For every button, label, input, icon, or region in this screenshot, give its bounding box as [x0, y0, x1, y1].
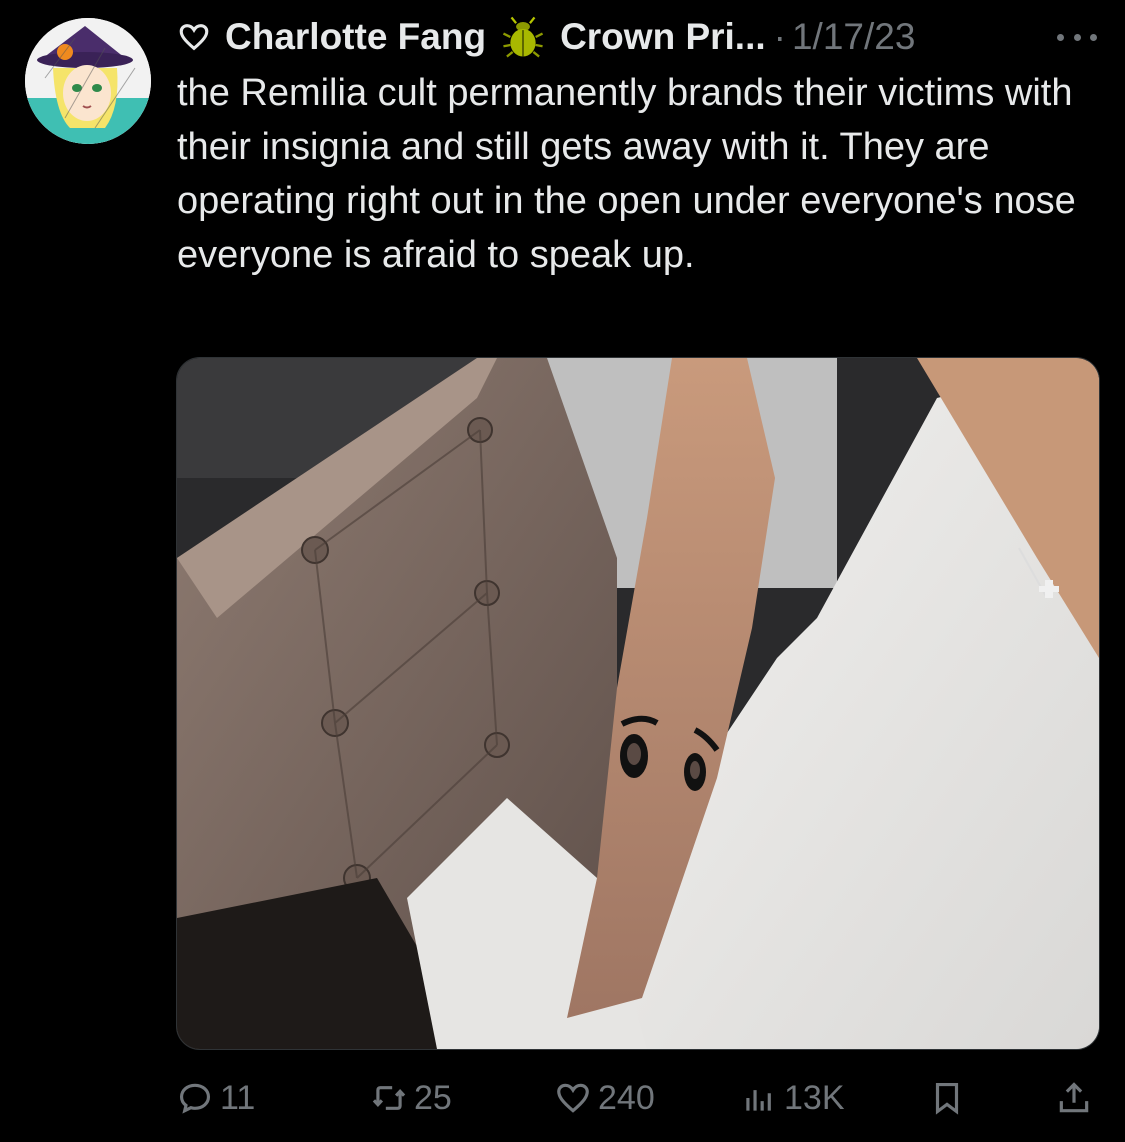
retweet-icon	[372, 1086, 406, 1110]
retweet-button[interactable]: 25	[370, 1070, 452, 1126]
views-button[interactable]: 13K	[740, 1070, 845, 1126]
avatar-image	[25, 18, 151, 144]
avatar[interactable]	[25, 18, 151, 144]
more-options-icon[interactable]	[1057, 22, 1097, 52]
separator-dot: ·	[773, 16, 786, 57]
analytics-icon	[746, 1090, 771, 1111]
tweet-photo[interactable]	[176, 357, 1100, 1050]
account-handle[interactable]: Crown Pri...	[560, 16, 766, 58]
share-button[interactable]	[1055, 1070, 1099, 1126]
like-button[interactable]: 240	[554, 1070, 655, 1126]
beetle-icon	[502, 16, 544, 58]
bookmark-icon	[935, 1082, 959, 1115]
reply-icon	[179, 1083, 211, 1114]
retweet-count: 25	[414, 1078, 452, 1117]
heart-icon	[557, 1083, 589, 1113]
display-name[interactable]: Charlotte Fang	[225, 16, 486, 58]
like-count: 240	[598, 1078, 655, 1117]
tweet-actions: 11 25 240 13K	[0, 1070, 1125, 1126]
bookmark-button[interactable]	[928, 1070, 972, 1126]
reply-count: 11	[220, 1078, 256, 1117]
heart-outline-icon	[179, 24, 209, 51]
reply-button[interactable]: 11	[176, 1070, 255, 1126]
view-count: 13K	[784, 1078, 845, 1117]
photo-arm-with-eyes-tattoo	[177, 358, 1099, 1049]
tweet-text: the Remilia cult permanently brands thei…	[177, 72, 1076, 276]
tweet-date[interactable]: 1/17/23	[792, 16, 915, 58]
share-icon	[1059, 1082, 1089, 1113]
tweet-header: Charlotte Fang Crown Pri... · 1/17/23	[177, 12, 1097, 62]
